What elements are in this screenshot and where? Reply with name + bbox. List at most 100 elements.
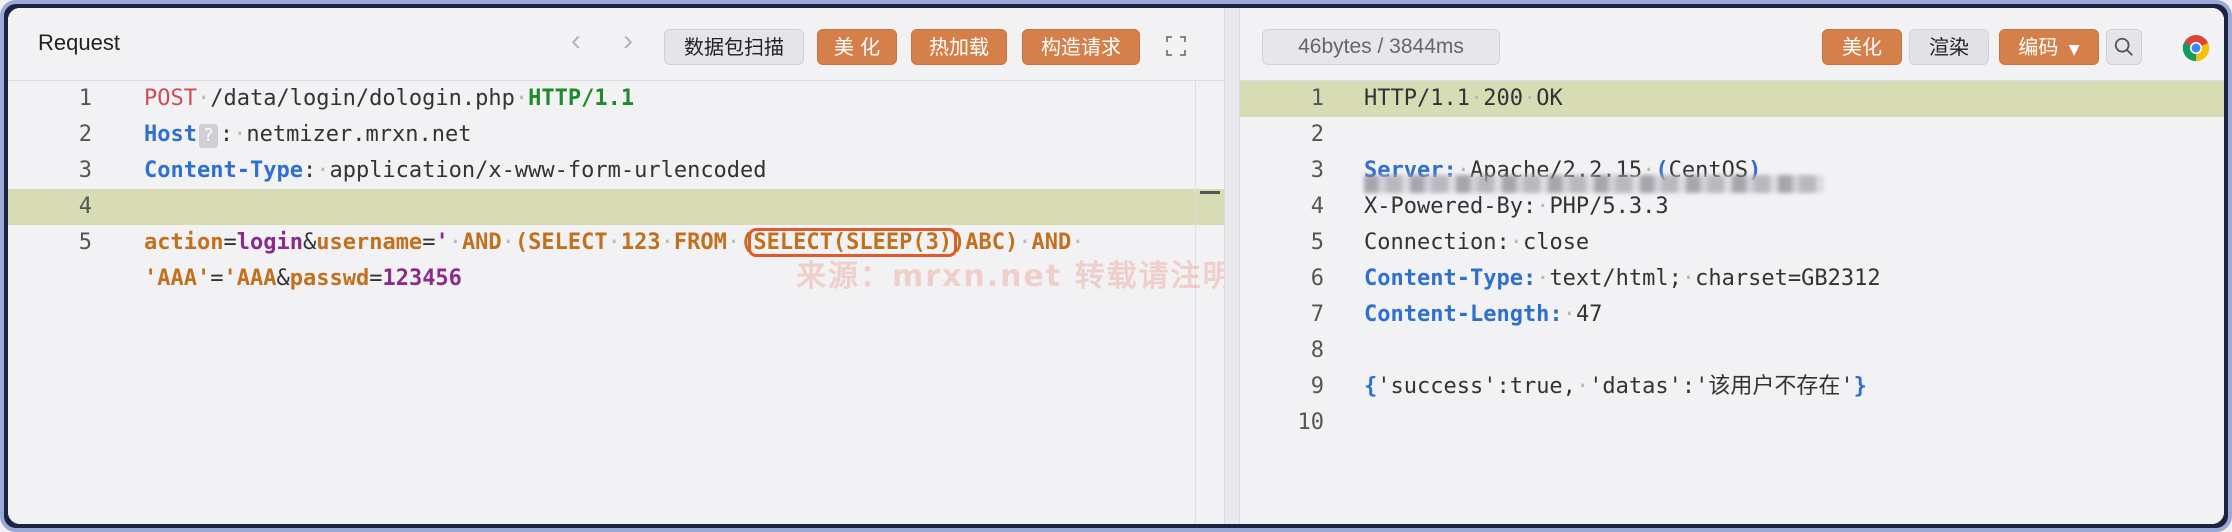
chevron-down-icon: ▼ xyxy=(2068,42,2080,58)
line-number: 1 xyxy=(1310,86,1324,111)
line-number: 10 xyxy=(1297,410,1325,435)
code-line[interactable]: 1 HTTP/1.1·200·OK xyxy=(1240,81,2224,117)
code-text: Content-Type:·application/x-www-form-url… xyxy=(144,153,767,189)
code-token: 123456 xyxy=(382,266,462,291)
encode-button[interactable]: 编码 ▼ xyxy=(1999,29,2099,65)
code-line[interactable]: 1 POST·/data/login/dologin.php·HTTP/1.1 xyxy=(8,81,1224,117)
line-number: 8 xyxy=(1310,338,1324,363)
code-text: Content-Length:·47 xyxy=(1364,297,1602,333)
code-token: Host xyxy=(144,122,197,147)
code-token: username xyxy=(316,230,423,255)
code-line[interactable]: 4 X-Powered-By:·PHP/5.3.3 xyxy=(1240,189,2224,225)
code-text: Host?:·netmizer.mrxn.net xyxy=(144,117,472,153)
code-token: application/x-www-form-urlencoded xyxy=(329,158,767,183)
code-token: 47 xyxy=(1575,302,1603,327)
hot-load-button[interactable]: 热加载 xyxy=(911,29,1007,65)
code-line[interactable]: 2 Host?:·netmizer.mrxn.net xyxy=(8,117,1224,153)
redacted-date-header xyxy=(1364,175,1824,193)
response-panel: 46bytes / 3844ms 美化 渲染 编码 ▼ 1 HTTP/1.1·2… xyxy=(1240,8,2224,524)
line-number: 5 xyxy=(1310,230,1324,255)
whitespace-marker: · xyxy=(726,230,741,255)
code-token: Content-Type: xyxy=(1364,266,1537,291)
code-token: Content-Type xyxy=(144,158,303,183)
whitespace-marker: · xyxy=(607,230,621,255)
request-editor[interactable]: 1 POST·/data/login/dologin.php·HTTP/1.1 2 H… xyxy=(8,81,1224,524)
whitespace-marker: · xyxy=(501,230,515,255)
forward-arrow-icon[interactable]: › xyxy=(623,26,633,56)
line-number: 3 xyxy=(78,158,92,183)
response-viewer[interactable]: 1 HTTP/1.1·200·OK 2 3 Server:·Apache/2.2.15·… xyxy=(1240,81,2224,524)
response-status: 46bytes / 3844ms xyxy=(1262,29,1500,65)
packet-scan-button[interactable]: 数据包扫描 xyxy=(664,29,804,65)
whitespace-marker: · xyxy=(316,158,330,183)
code-line[interactable]: 3 Content-Type:·application/x-www-form-ur… xyxy=(8,153,1224,189)
expand-icon[interactable] xyxy=(1166,36,1186,56)
code-token: Content-Length: xyxy=(1364,302,1563,327)
request-scrollbar[interactable] xyxy=(1195,81,1224,524)
whitespace-marker: · xyxy=(233,122,247,147)
whitespace-marker: · xyxy=(1509,230,1523,255)
code-text: 'AAA'='AAA&passwd=123456 xyxy=(144,261,462,297)
code-line[interactable]: 9 {'success':true,·'datas':'该用户不存在'} xyxy=(1240,369,2224,405)
code-token: 123 xyxy=(620,230,661,255)
whitespace-marker: · xyxy=(1562,302,1576,327)
whitespace-marker: · xyxy=(660,230,674,255)
code-token: 'AAA xyxy=(223,266,277,291)
line-number: 2 xyxy=(1310,122,1324,147)
code-token: & xyxy=(302,230,317,255)
code-token: = xyxy=(210,266,224,291)
code-line[interactable]: 10 xyxy=(1240,405,2224,441)
code-line[interactable]: 5 Connection:·close xyxy=(1240,225,2224,261)
code-line[interactable]: 4 xyxy=(8,189,1224,225)
code-token: X-Powered-By: xyxy=(1364,194,1537,219)
whitespace-marker: · xyxy=(196,86,211,111)
code-token: & xyxy=(276,266,290,291)
code-token: = xyxy=(422,230,436,255)
code-token: passwd xyxy=(289,266,370,291)
panel-splitter[interactable] xyxy=(1224,8,1240,524)
code-line[interactable]: 7 Content-Length:·47 xyxy=(1240,297,2224,333)
code-token: FROM xyxy=(673,230,727,255)
code-line[interactable]: 6 Content-Type:·text/html;·charset=GB2312 xyxy=(1240,261,2224,297)
back-arrow-icon[interactable]: ‹ xyxy=(571,26,581,56)
whitespace-marker: · xyxy=(1469,86,1484,111)
code-text: Connection:·close xyxy=(1364,225,1589,261)
code-text: POST·/data/login/dologin.php·HTTP/1.1 xyxy=(144,81,634,117)
code-token: HTTP/1.1 xyxy=(1364,86,1470,111)
line-number: 1 xyxy=(78,86,92,111)
code-token: OK xyxy=(1536,86,1563,111)
construct-request-button[interactable]: 构造请求 xyxy=(1022,29,1140,65)
app-window: Request ‹ › 数据包扫描 美 化 热加载 构造请求 1 POST·/da… xyxy=(0,0,2232,532)
code-token: 'success':true, xyxy=(1377,374,1576,399)
code-token: } xyxy=(1853,374,1867,399)
line-number: 9 xyxy=(1310,374,1324,399)
whitespace-marker: · xyxy=(1536,266,1550,291)
chrome-icon[interactable] xyxy=(2182,34,2210,62)
request-title: Request xyxy=(38,30,120,55)
window-content: Request ‹ › 数据包扫描 美 化 热加载 构造请求 1 POST·/da… xyxy=(8,8,2224,524)
code-token: = xyxy=(223,230,237,255)
encode-label: 编码 xyxy=(2018,35,2059,59)
beautify-button[interactable]: 美 化 xyxy=(817,29,897,65)
code-token: AND xyxy=(461,230,502,255)
code-text: HTTP/1.1·200·OK xyxy=(1364,81,1563,117)
response-toolbar: 46bytes / 3844ms 美化 渲染 编码 ▼ xyxy=(1240,8,2224,81)
code-token: { xyxy=(1364,374,1378,399)
line-number: 3 xyxy=(1310,158,1324,183)
code-token: = xyxy=(369,266,383,291)
search-button[interactable] xyxy=(2106,29,2142,65)
code-token: PHP/5.3.3 xyxy=(1549,194,1669,219)
line-number: 2 xyxy=(78,122,92,147)
code-line[interactable]: 2 xyxy=(1240,117,2224,153)
line-number: 7 xyxy=(1310,302,1324,327)
request-panel: Request ‹ › 数据包扫描 美 化 热加载 构造请求 1 POST·/da… xyxy=(8,8,1597,524)
code-token: ' xyxy=(435,230,449,255)
code-token: charset=GB2312 xyxy=(1695,266,1881,291)
code-line[interactable]: 8 xyxy=(1240,333,2224,369)
code-token: close xyxy=(1522,230,1590,255)
response-beautify-button[interactable]: 美化 xyxy=(1822,29,1902,65)
code-token: netmizer.mrxn.net xyxy=(246,122,472,147)
whitespace-marker: · xyxy=(1522,86,1537,111)
render-button[interactable]: 渲染 xyxy=(1909,29,1989,65)
code-text: {'success':true,·'datas':'该用户不存在'} xyxy=(1364,369,1867,405)
